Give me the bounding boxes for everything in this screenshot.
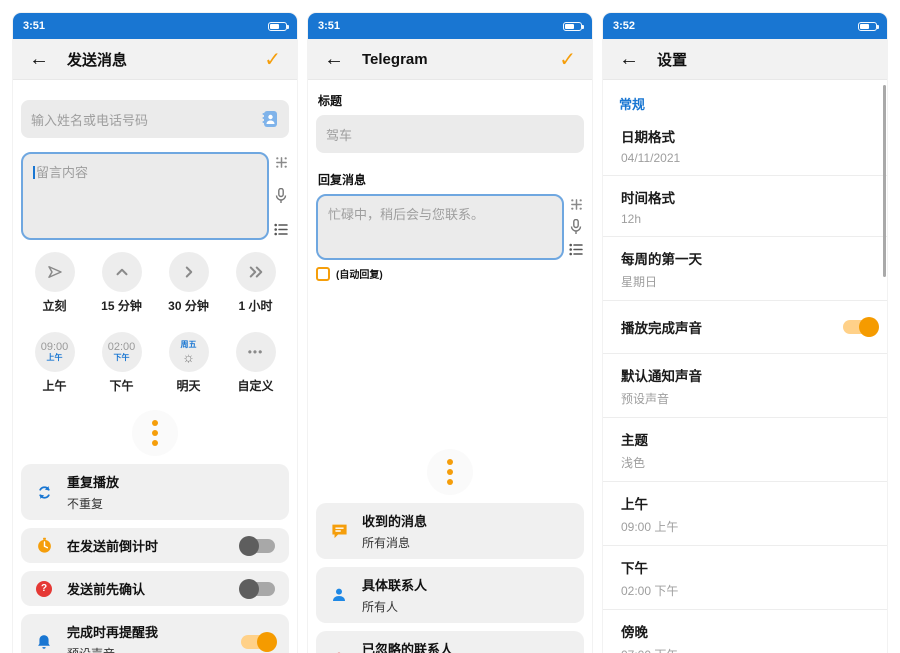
confirm-option-row[interactable]: ? 发送前先确认 <box>21 571 289 606</box>
back-icon[interactable]: ← <box>619 49 639 69</box>
dot-icon <box>152 430 158 436</box>
title-placeholder: 驾车 <box>326 125 574 144</box>
setting-morning-time[interactable]: 上午09:00 上午 <box>603 482 887 546</box>
dot-icon <box>447 459 453 465</box>
setting-theme[interactable]: 主题浅色 <box>603 418 887 482</box>
status-time: 3:51 <box>23 20 45 32</box>
chat-icon <box>331 523 348 539</box>
page-title: Telegram <box>362 51 428 68</box>
more-options-button[interactable] <box>427 449 473 495</box>
preset-tomorrow-button[interactable]: 周五☼ 明天 <box>155 328 222 400</box>
preset-custom-button[interactable]: ••• 自定义 <box>222 328 289 400</box>
preset-morning-button[interactable]: 09:00上午 上午 <box>21 328 88 400</box>
template-list-icon[interactable] <box>274 223 288 236</box>
remind-toggle[interactable] <box>241 635 275 649</box>
dot-icon <box>152 440 158 446</box>
setting-completion-sound[interactable]: 播放完成声音 <box>603 301 887 354</box>
status-time: 3:52 <box>613 20 635 32</box>
dot-icon <box>152 420 158 426</box>
dot-icon <box>447 479 453 485</box>
scrollbar-thumb[interactable] <box>883 85 886 277</box>
timer-icon <box>36 537 53 554</box>
confirm-toggle[interactable] <box>241 582 275 596</box>
delay-1hour-button[interactable]: 1 小时 <box>222 248 289 320</box>
battery-icon <box>268 22 287 31</box>
chevron-right-icon <box>180 263 198 281</box>
reply-placeholder: 忙碌中，稍后会与您联系。 <box>328 207 484 222</box>
template-list-icon[interactable] <box>569 243 583 256</box>
status-time: 3:51 <box>318 20 340 32</box>
preset-afternoon-button[interactable]: 02:00下午 下午 <box>88 328 155 400</box>
delay-30min-button[interactable]: 30 分钟 <box>155 248 222 320</box>
battery-icon <box>858 22 877 31</box>
text-cursor <box>33 166 35 179</box>
section-general: 常规 <box>603 80 887 115</box>
quick-delay-row: 立刻 15 分钟 30 分钟 1 小时 <box>21 248 289 320</box>
ellipsis-icon: ••• <box>248 345 264 359</box>
countdown-toggle[interactable] <box>241 539 275 553</box>
contact-book-icon[interactable] <box>261 110 279 128</box>
auto-reply-checkbox[interactable] <box>316 267 330 281</box>
back-icon[interactable]: ← <box>324 49 344 69</box>
setting-first-day-of-week[interactable]: 每周的第一天星期日 <box>603 237 887 301</box>
repeat-option-row[interactable]: 重复播放 不重复 <box>21 464 289 520</box>
send-message-screen: 3:51 ← 发送消息 ✓ 输入姓名或电话号码 留言内容 立刻 <box>13 13 297 653</box>
chevron-up-icon <box>113 263 131 281</box>
insert-icon[interactable] <box>570 198 583 211</box>
title-input[interactable]: 驾车 <box>316 115 584 153</box>
dot-icon <box>447 469 453 475</box>
double-chevron-icon <box>246 263 266 281</box>
send-icon <box>46 263 64 281</box>
setting-time-format[interactable]: 时间格式12h <box>603 176 887 237</box>
status-bar: 3:51 <box>308 13 592 39</box>
app-header: ← Telegram ✓ <box>308 39 592 80</box>
reply-textarea[interactable]: 忙碌中，稍后会与您联系。 <box>316 194 564 260</box>
status-bar: 3:51 <box>13 13 297 39</box>
countdown-option-row[interactable]: 在发送前倒计时 <box>21 528 289 563</box>
page-title: 设置 <box>657 49 687 70</box>
remind-option-row[interactable]: 完成时再提醒我 预设声音 <box>21 614 289 653</box>
page-title: 发送消息 <box>67 49 127 70</box>
app-header: ← 发送消息 ✓ <box>13 39 297 80</box>
preset-time-row: 09:00上午 上午 02:00下午 下午 周五☼ 明天 ••• 自定义 <box>21 328 289 400</box>
insert-icon[interactable] <box>275 156 288 169</box>
back-icon[interactable]: ← <box>29 49 49 69</box>
recipient-input[interactable]: 输入姓名或电话号码 <box>21 100 289 138</box>
delay-now-button[interactable]: 立刻 <box>21 248 88 320</box>
completion-sound-toggle[interactable] <box>843 320 877 334</box>
ignored-contacts-row[interactable]: 已忽略的联系人 没有联系人 <box>316 631 584 653</box>
message-placeholder: 留言内容 <box>36 165 88 180</box>
message-textarea[interactable]: 留言内容 <box>21 152 269 240</box>
auto-reply-label: (自动回复) <box>336 266 383 281</box>
setting-afternoon-time[interactable]: 下午02:00 下午 <box>603 546 887 610</box>
setting-date-format[interactable]: 日期格式04/11/2021 <box>603 115 887 176</box>
more-options-button[interactable] <box>132 410 178 456</box>
reply-field-label: 回复消息 <box>318 171 584 188</box>
question-icon: ? <box>36 581 52 597</box>
setting-evening-time[interactable]: 傍晚07:00 下午 <box>603 610 887 653</box>
contact-blue-icon <box>331 587 347 603</box>
recipient-placeholder: 输入姓名或电话号码 <box>31 110 261 129</box>
settings-screen: 3:52 ← 设置 常规 日期格式04/11/2021 时间格式12h 每周的第… <box>603 13 887 653</box>
confirm-check-icon[interactable]: ✓ <box>559 47 576 72</box>
confirm-check-icon[interactable]: ✓ <box>264 47 281 72</box>
specific-contacts-row[interactable]: 具体联系人 所有人 <box>316 567 584 623</box>
delay-15min-button[interactable]: 15 分钟 <box>88 248 155 320</box>
status-bar: 3:52 <box>603 13 887 39</box>
setting-notification-sound[interactable]: 默认通知声音预设声音 <box>603 354 887 418</box>
incoming-messages-row[interactable]: 收到的消息 所有消息 <box>316 503 584 559</box>
title-field-label: 标题 <box>318 92 584 109</box>
mic-icon[interactable] <box>275 188 287 204</box>
battery-icon <box>563 22 582 31</box>
mic-icon[interactable] <box>570 219 582 235</box>
repeat-icon <box>36 484 53 501</box>
app-header: ← 设置 <box>603 39 887 80</box>
sun-icon: ☼ <box>182 350 195 364</box>
bell-icon <box>36 634 52 651</box>
telegram-autoreply-screen: 3:51 ← Telegram ✓ 标题 驾车 回复消息 忙碌中，稍后会与您联系… <box>308 13 592 653</box>
